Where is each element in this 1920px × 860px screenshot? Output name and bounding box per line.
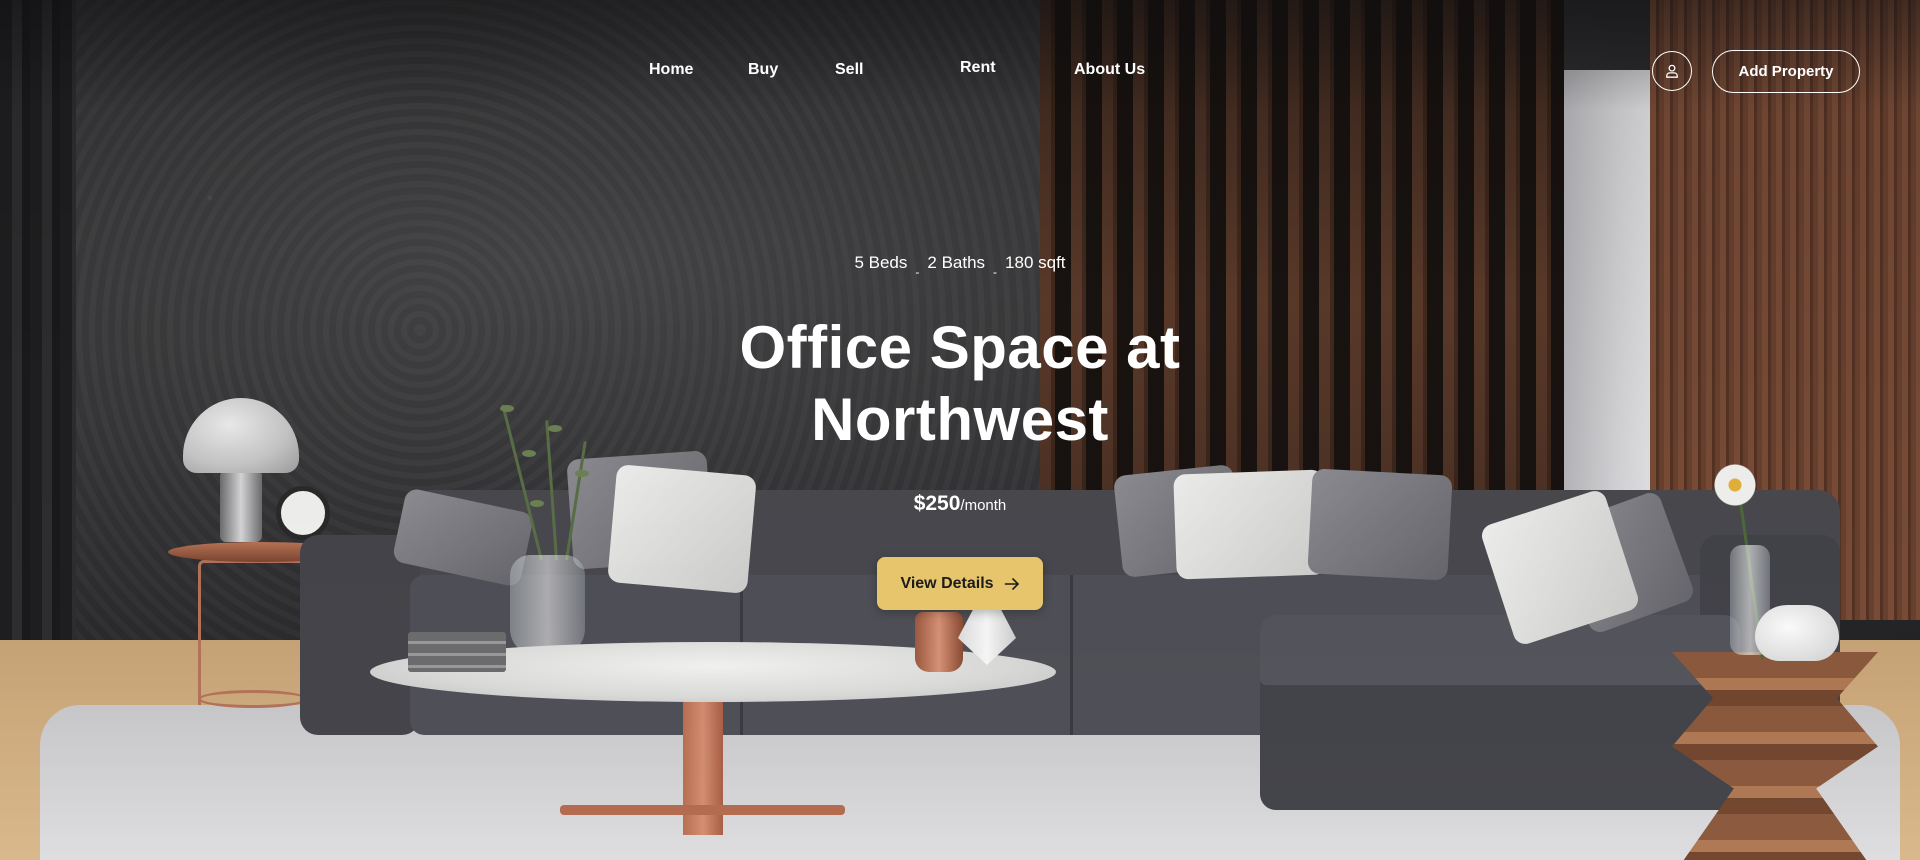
- nav-sell[interactable]: Sell: [835, 61, 863, 79]
- arrow-right-icon: [1004, 577, 1020, 591]
- user-icon: [1664, 63, 1680, 79]
- add-property-button[interactable]: Add Property: [1712, 50, 1860, 93]
- top-navigation: Home Buy Sell Rent About Us Add Property: [0, 0, 1920, 140]
- user-account-button[interactable]: [1652, 51, 1692, 91]
- view-details-button[interactable]: View Details: [877, 557, 1043, 610]
- nav-about-us[interactable]: About Us: [1074, 61, 1145, 79]
- nav-buy[interactable]: Buy: [748, 61, 778, 79]
- nav-home[interactable]: Home: [649, 61, 693, 79]
- nav-rent[interactable]: Rent: [960, 59, 996, 77]
- view-details-label: View Details: [900, 574, 994, 592]
